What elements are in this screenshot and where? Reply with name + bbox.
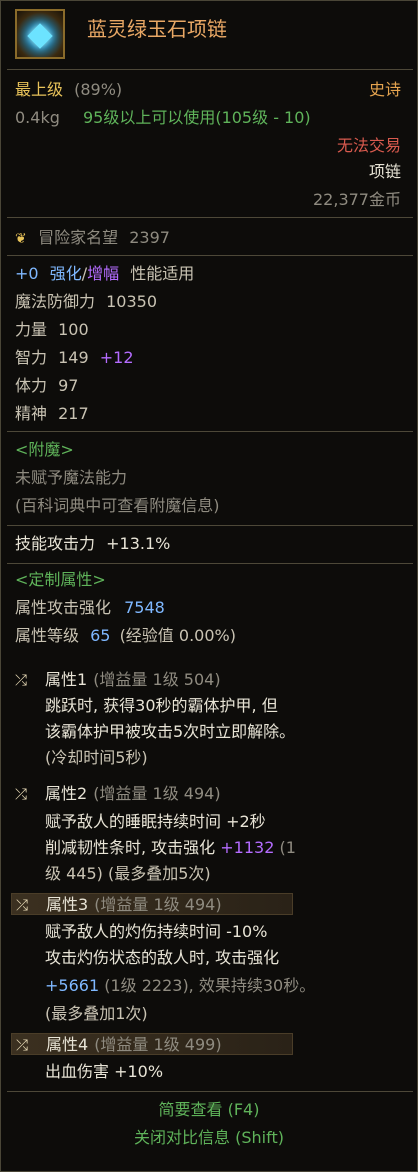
attribute-desc: 赋予敌人的灼伤持续时间 -10% [45,922,268,941]
divider [7,69,413,70]
reinforce-plus: +0 [15,264,39,283]
attribute-note: (冷却时间5秒) [45,748,148,767]
weight-req-line: 0.4kg 95级以上可以使用(105级 - 10) [15,107,311,128]
stat-value: 217 [58,404,89,423]
attribute-4-row[interactable]: ⤮ 属性4 (增益量 1级 499) [11,1033,293,1055]
skill-attack-label: 技能攻击力 [15,534,96,553]
reinforce-enhance: 强化 [49,264,82,283]
fame-label: 冒险家名望 [38,228,119,247]
attribute-desc: 该霸体护甲被攻击5次时立即解除。 [45,722,296,741]
stat-bonus: +12 [99,348,134,367]
attribute-desc: 出血伤害 +10% [45,1062,164,1081]
divider [7,563,413,564]
stat-label: 力量 [15,320,48,339]
attribute-desc: 跳跃时, 获得30秒的霸体护甲, 但 [45,696,278,715]
attribute-2-row[interactable]: ⤮ 属性2 (增益量 1级 494) [11,783,293,805]
attribute-name: 属性1 (增益量 1级 504) [45,670,221,689]
divider [7,525,413,526]
stat-label: 体力 [15,376,48,395]
attribute-name: 属性4 (增益量 1级 499) [46,1035,222,1054]
attribute-desc: +5661 (1级 2223), 效果持续30秒。 [45,976,316,995]
elem-attack-label: 属性攻击强化 [15,598,112,617]
grade-percent: (89%) [74,80,123,99]
stat-label: 智力 [15,348,48,367]
divider [7,217,413,218]
reinforce-suffix: 性能适用 [130,264,195,283]
grade-line: 最上级 (89%) [15,79,122,100]
stat-value: 149 [58,348,89,367]
enchant-header: <附魔> [15,440,74,459]
attribute-desc: 攻击灼伤状态的敌人时, 攻击强化 [45,948,280,967]
attr-level-label: 属性等级 [15,626,80,645]
attribute-desc: 削减韧性条时, 攻击强化 +1132 (1 [45,838,296,857]
skill-attack-line: 技能攻击力 +13.1% [15,533,170,554]
fame-value: 2397 [129,228,170,247]
attribute-note: (最多叠加1次) [45,1004,148,1023]
grade-label: 最上级 [15,80,64,99]
rarity-label: 史诗 [368,80,401,99]
shuffle-icon: ⤮ [15,671,28,689]
shuffle-icon: ⤮ [15,785,28,803]
divider [7,431,413,432]
stat-magic-def: 魔法防御力 10350 [15,291,157,312]
stat-spi: 精神 217 [15,403,89,424]
enchant-line: 未赋予魔法能力 [15,468,128,487]
item-type: 项链 [368,162,401,181]
attribute-desc: 赋予敌人的睡眠持续时间 +2秒 [45,812,266,831]
stat-int: 智力 149 +12 [15,347,134,368]
stat-value: 97 [58,376,79,395]
attr-level-exp: (经验值 0.00%) [119,626,236,645]
stat-value: 10350 [106,292,158,311]
shuffle-icon: ⤮ [16,1036,29,1054]
stat-value: 100 [58,320,89,339]
elem-attack-value: 7548 [124,598,165,617]
custom-header: <定制属性> [15,570,106,589]
attribute-note: 级 445) (最多叠加5次) [45,864,211,883]
item-tooltip: 蓝灵绿玉石项链 最上级 (89%) 史诗 0.4kg 95级以上可以使用(105… [0,0,418,1172]
summary-view-hint[interactable]: 简要查看 (F4) [1,1099,417,1120]
reinforce-amplify: 增幅 [87,264,120,283]
close-compare-hint[interactable]: 关闭对比信息 (Shift) [1,1127,417,1148]
item-price: 22,377金币 [313,190,401,209]
weight: 0.4kg [15,108,60,127]
elem-attack-line: 属性攻击强化 7548 [15,597,165,618]
trade-status: 无法交易 [336,136,401,155]
stat-label: 精神 [15,404,48,423]
stat-str: 力量 100 [15,319,89,340]
attribute-name: 属性3 (增益量 1级 494) [46,895,222,914]
reinforce-line: +0 强化/增幅 性能适用 [15,263,194,284]
skill-attack-value: +13.1% [106,534,171,553]
attr-level-line: 属性等级 65 (经验值 0.00%) [15,625,236,646]
enchant-hint: (百科词典中可查看附魔信息) [15,496,220,515]
divider [7,1091,413,1092]
level-requirement: 95级以上可以使用(105级 - 10) [82,108,311,127]
attribute-1-row[interactable]: ⤮ 属性1 (增益量 1级 504) [11,669,293,691]
item-name: 蓝灵绿玉石项链 [87,17,227,41]
divider [7,255,413,256]
attr-level-value: 65 [90,626,111,645]
attribute-3-row[interactable]: ⤮ 属性3 (增益量 1级 494) [11,893,293,915]
stat-label: 魔法防御力 [15,292,96,311]
tooltip-header: 蓝灵绿玉石项链 [7,5,413,65]
necklace-icon [15,9,65,59]
stat-vit: 体力 97 [15,375,78,396]
attribute-name: 属性2 (增益量 1级 494) [45,784,221,803]
fame-line: ❦ 冒险家名望 2397 [15,227,170,250]
fame-icon: ❦ [15,231,27,247]
shuffle-icon: ⤮ [16,896,29,914]
